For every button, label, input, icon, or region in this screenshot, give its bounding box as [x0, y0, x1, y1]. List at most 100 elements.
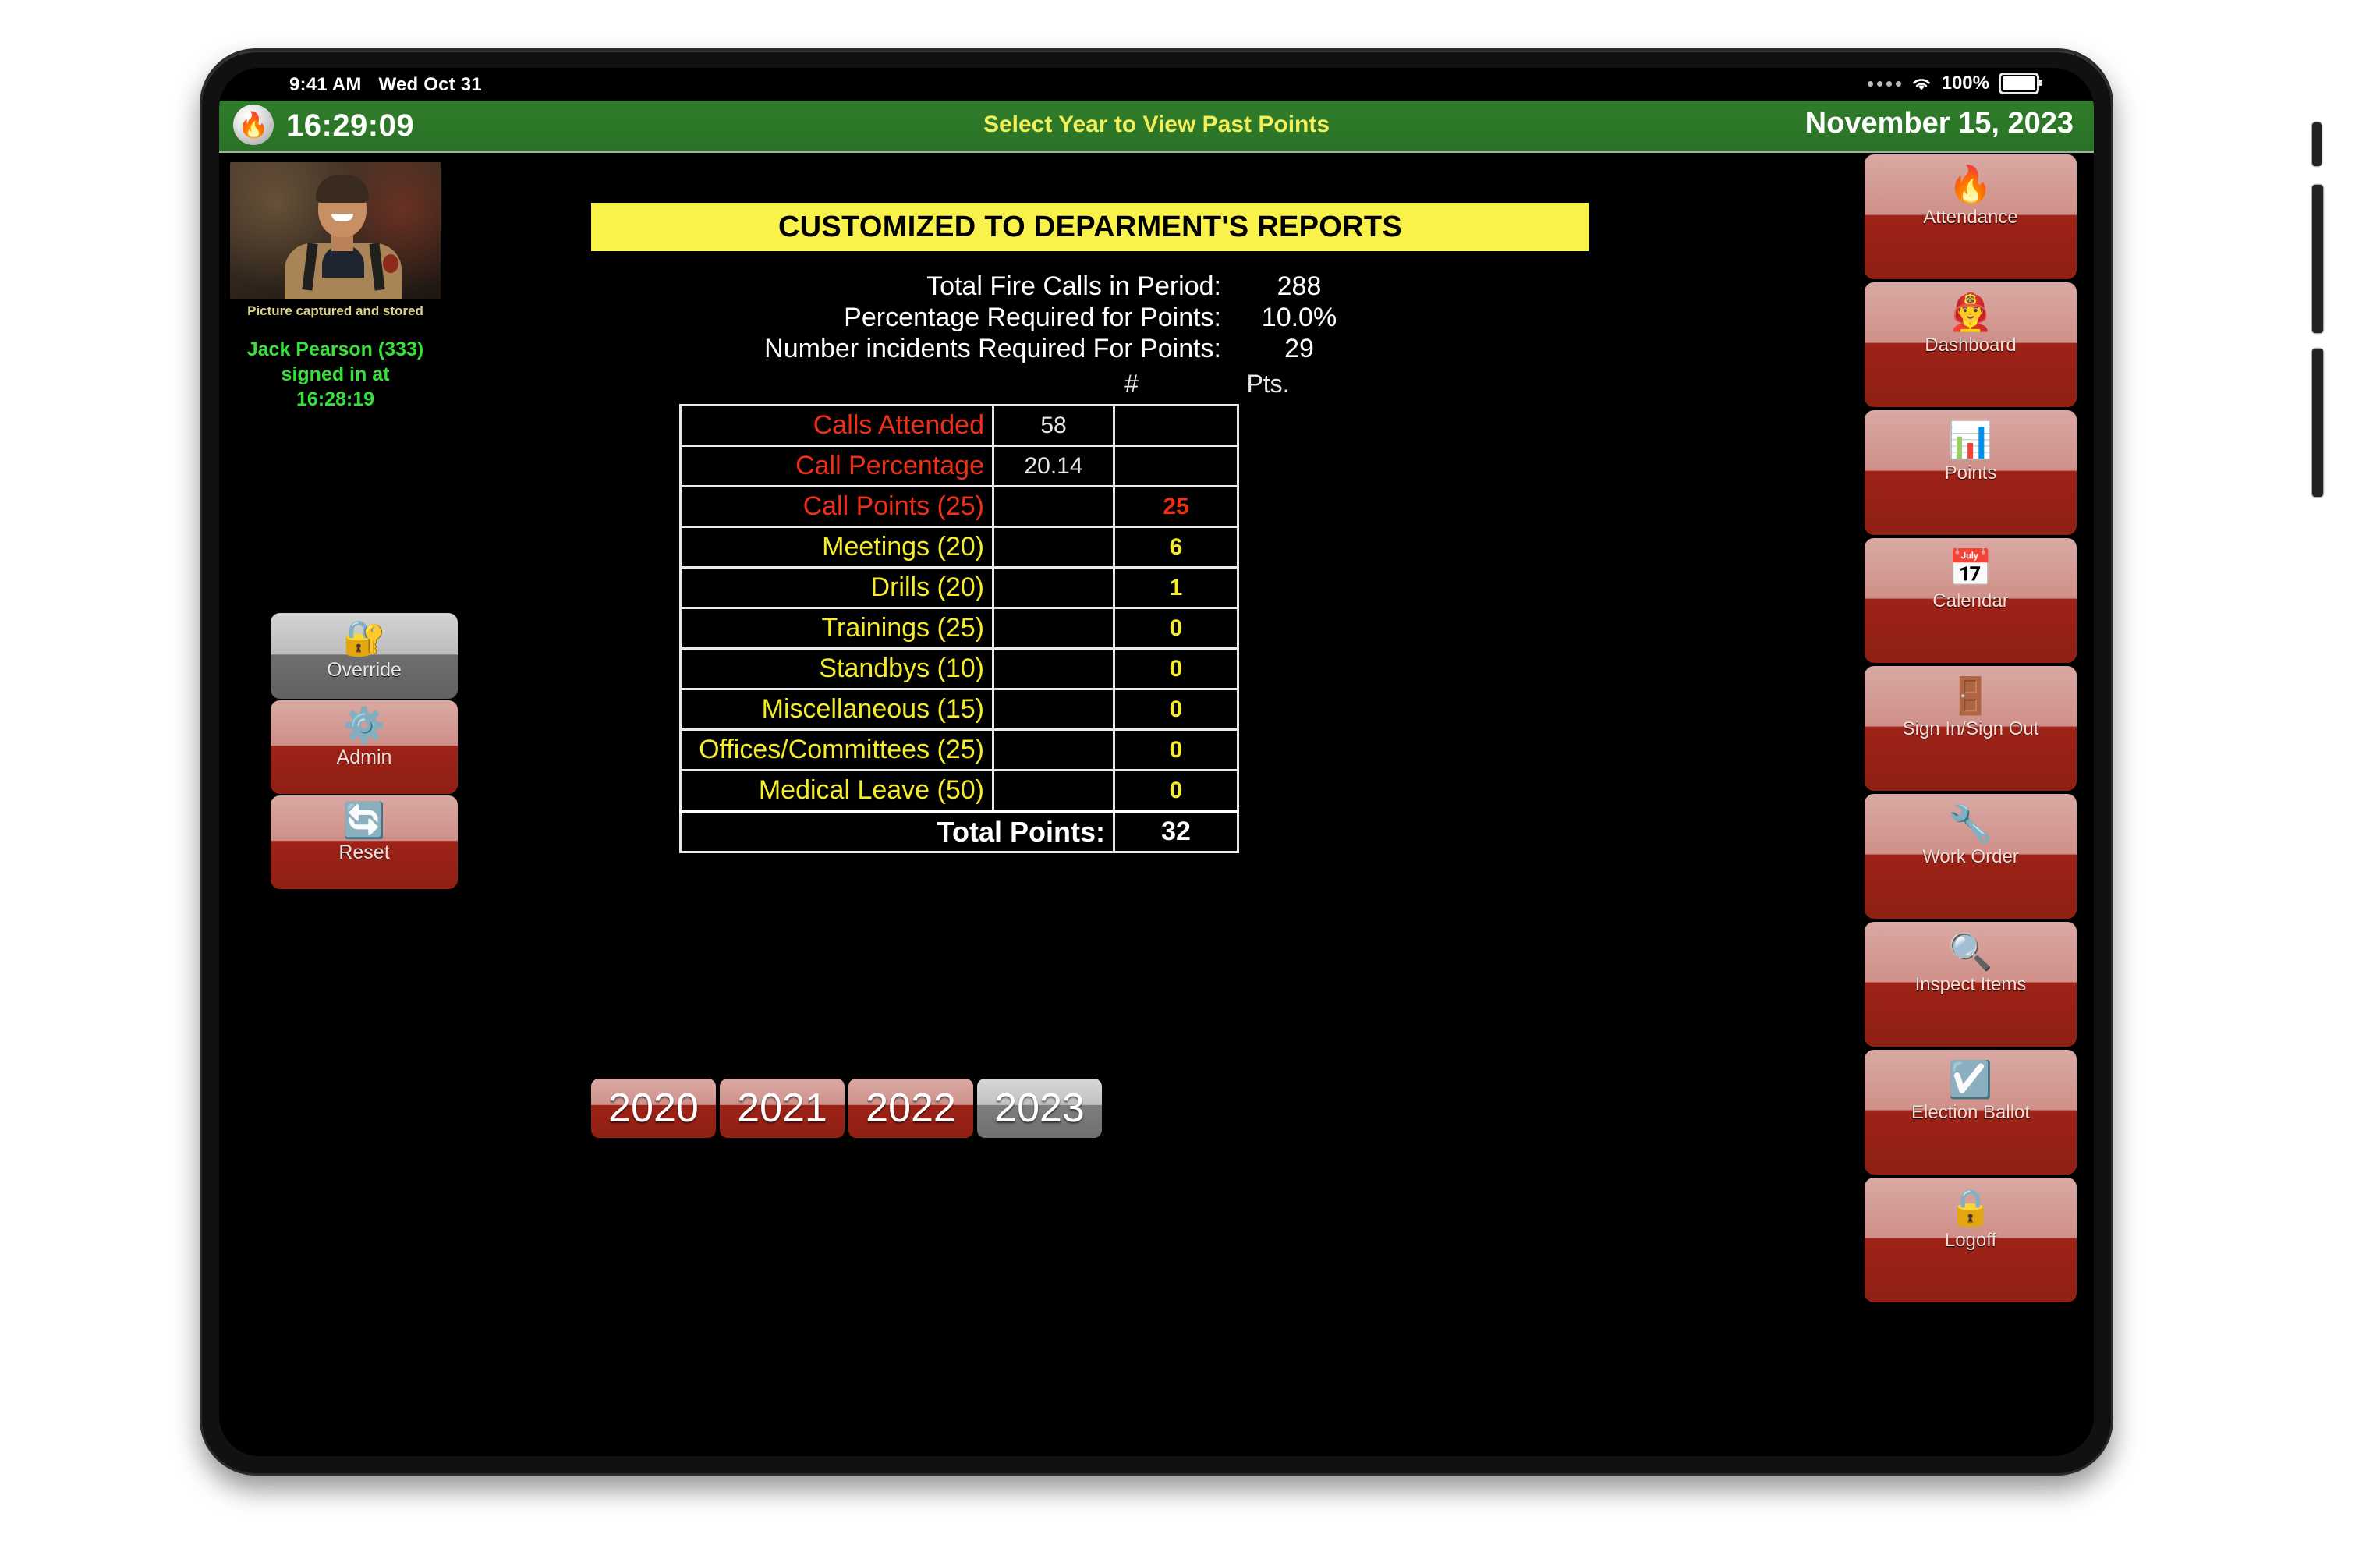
table-row: Call Percentage 20.14 [679, 445, 1239, 487]
signed-in-name: Jack Pearson (333) [246, 338, 424, 360]
override-button-label: Override [327, 659, 402, 681]
right-sidebar: 🔥 Attendance 👨‍🚒 Dashboard 📊 Points 📅 Ca… [1865, 153, 2091, 1456]
admin-button-label: Admin [336, 746, 392, 768]
summary-label: Percentage Required for Points: [844, 303, 1221, 332]
row-count: 20.14 [992, 445, 1115, 487]
reset-button[interactable]: 🔄 Reset [271, 795, 458, 889]
lock-key-icon: 🔐 [342, 619, 386, 657]
sidebar-item-dashboard[interactable]: 👨‍🚒 Dashboard [1865, 282, 2077, 407]
sidebar-item-label: Attendance [1923, 207, 2018, 228]
table-row: Miscellaneous (15) 0 [679, 688, 1239, 731]
sidebar-item-attendance[interactable]: 🔥 Attendance [1865, 154, 2077, 279]
row-points: 0 [1113, 607, 1239, 650]
photo-caption: Picture captured and stored [247, 303, 423, 318]
table-row: Standbys (10) 0 [679, 647, 1239, 690]
sidebar-item-logoff[interactable]: 🔒 Logoff [1865, 1178, 2077, 1302]
table-row: Drills (20) 1 [679, 566, 1239, 609]
row-points: 0 [1113, 769, 1239, 813]
report-document-icon: 📊 [1948, 420, 1993, 460]
admin-button[interactable]: ⚙️ Admin [271, 700, 458, 794]
sidebar-item-label: Points [1944, 462, 1997, 484]
summary-row-incidents-required: Number incidents Required For Points: 29 [461, 334, 1860, 364]
row-count [992, 647, 1115, 690]
user-photo [230, 162, 441, 299]
row-points [1113, 445, 1239, 487]
sidebar-item-label: Inspect Items [1914, 974, 2027, 995]
wrench-document-icon: 🔧 [1948, 803, 1993, 844]
refresh-arrow-icon: 🔄 [342, 802, 386, 840]
points-table-body: Calls Attended 58 Call Percentage 20.14 … [679, 404, 1239, 853]
sidebar-item-inspect-items[interactable]: 🔍 Inspect Items [1865, 922, 2077, 1047]
firefighter-icon: 👨‍🚒 [1948, 292, 1993, 332]
row-label: Standbys (10) [679, 647, 994, 690]
report-panel: CUSTOMIZED TO DEPARMENT'S REPORTS Total … [461, 153, 1860, 1456]
signed-in-text: signed in at [281, 363, 390, 385]
gear-icon: ⚙️ [342, 707, 386, 745]
table-row: Trainings (25) 0 [679, 607, 1239, 650]
screenshot-root: 9:41 AM Wed Oct 31 100% 🔥 16:29:09 Selec… [0, 0, 2380, 1552]
sidebar-item-sign-in-sign-out[interactable]: 🚪 Sign In/Sign Out [1865, 666, 2077, 791]
row-label: Calls Attended [679, 404, 994, 447]
table-row: Calls Attended 58 [679, 404, 1239, 447]
summary-label: Number incidents Required For Points: [764, 334, 1221, 363]
magnifier-icon: 🔍 [1948, 931, 1993, 972]
total-points-label: Total Points: [679, 810, 1115, 853]
total-points-value: 32 [1113, 810, 1239, 853]
device-power-button [2312, 122, 2322, 166]
flame-icon: 🔥 [1948, 164, 1993, 204]
row-points: 0 [1113, 647, 1239, 690]
row-points: 0 [1113, 688, 1239, 731]
row-count [992, 769, 1115, 813]
sidebar-item-label: Calendar [1932, 590, 2009, 611]
year-selector: 2020 2021 2022 2023 [591, 1079, 1102, 1138]
app-body: Picture captured and stored Jack Pearson… [219, 153, 2094, 1456]
reset-button-label: Reset [338, 842, 390, 863]
row-points [1113, 404, 1239, 447]
left-sidebar: Picture captured and stored Jack Pearson… [224, 153, 458, 1456]
sidebar-item-election-ballot[interactable]: ☑️ Election Ballot [1865, 1050, 2077, 1175]
signal-dots-icon [1867, 80, 1901, 87]
year-button-2021[interactable]: 2021 [720, 1079, 845, 1138]
tablet-device-frame: 9:41 AM Wed Oct 31 100% 🔥 16:29:09 Selec… [200, 48, 2323, 1476]
ios-status-bar: 9:41 AM Wed Oct 31 100% [219, 68, 2094, 101]
row-points: 1 [1113, 566, 1239, 609]
sidebar-item-label: Sign In/Sign Out [1902, 718, 2039, 739]
row-label: Trainings (25) [679, 607, 994, 650]
row-label: Miscellaneous (15) [679, 688, 994, 731]
row-label: Medical Leave (50) [679, 769, 994, 813]
table-row: Medical Leave (50) 0 [679, 769, 1239, 813]
sidebar-item-label: Dashboard [1925, 335, 2017, 356]
device-volume-up-button [2312, 185, 2323, 333]
summary-value: 29 [1284, 334, 1314, 363]
door-traffic-light-icon: 🚪 [1948, 675, 1993, 716]
table-row: Offices/Committees (25) 0 [679, 728, 1239, 771]
summary-value: 288 [1277, 271, 1322, 301]
row-count [992, 566, 1115, 609]
year-button-2020[interactable]: 2020 [591, 1079, 716, 1138]
sidebar-item-points[interactable]: 📊 Points [1865, 410, 2077, 535]
calendar-clock-icon: 📅 [1948, 547, 1993, 588]
year-button-2022[interactable]: 2022 [848, 1079, 973, 1138]
tablet-screen: 9:41 AM Wed Oct 31 100% 🔥 16:29:09 Selec… [219, 68, 2094, 1456]
year-button-2023[interactable]: 2023 [977, 1079, 1102, 1138]
sidebar-item-label: Work Order [1922, 846, 2019, 867]
summary-row-percentage-required: Percentage Required for Points: 10.0% [461, 303, 1860, 333]
override-button[interactable]: 🔐 Override [271, 613, 458, 699]
column-header-points: Pts. [1246, 370, 1290, 398]
row-count [992, 688, 1115, 731]
sidebar-item-calendar[interactable]: 📅 Calendar [1865, 538, 2077, 663]
row-count: 58 [992, 404, 1115, 447]
app-header-bar: 🔥 16:29:09 Select Year to View Past Poin… [219, 101, 2094, 153]
checkmark-box-icon: ☑️ [1948, 1059, 1993, 1100]
sidebar-item-work-order[interactable]: 🔧 Work Order [1865, 794, 2077, 919]
table-total-row: Total Points: 32 [679, 810, 1239, 853]
status-bar-date: Wed Oct 31 [378, 74, 482, 95]
points-table: Calls Attended 58 Call Percentage 20.14 … [679, 404, 1239, 853]
row-count [992, 526, 1115, 569]
row-count [992, 485, 1115, 528]
header-date: November 15, 2023 [1804, 107, 2074, 140]
row-label: Call Percentage [679, 445, 994, 487]
row-points: 0 [1113, 728, 1239, 771]
row-points: 6 [1113, 526, 1239, 569]
table-row: Meetings (20) 6 [679, 526, 1239, 569]
